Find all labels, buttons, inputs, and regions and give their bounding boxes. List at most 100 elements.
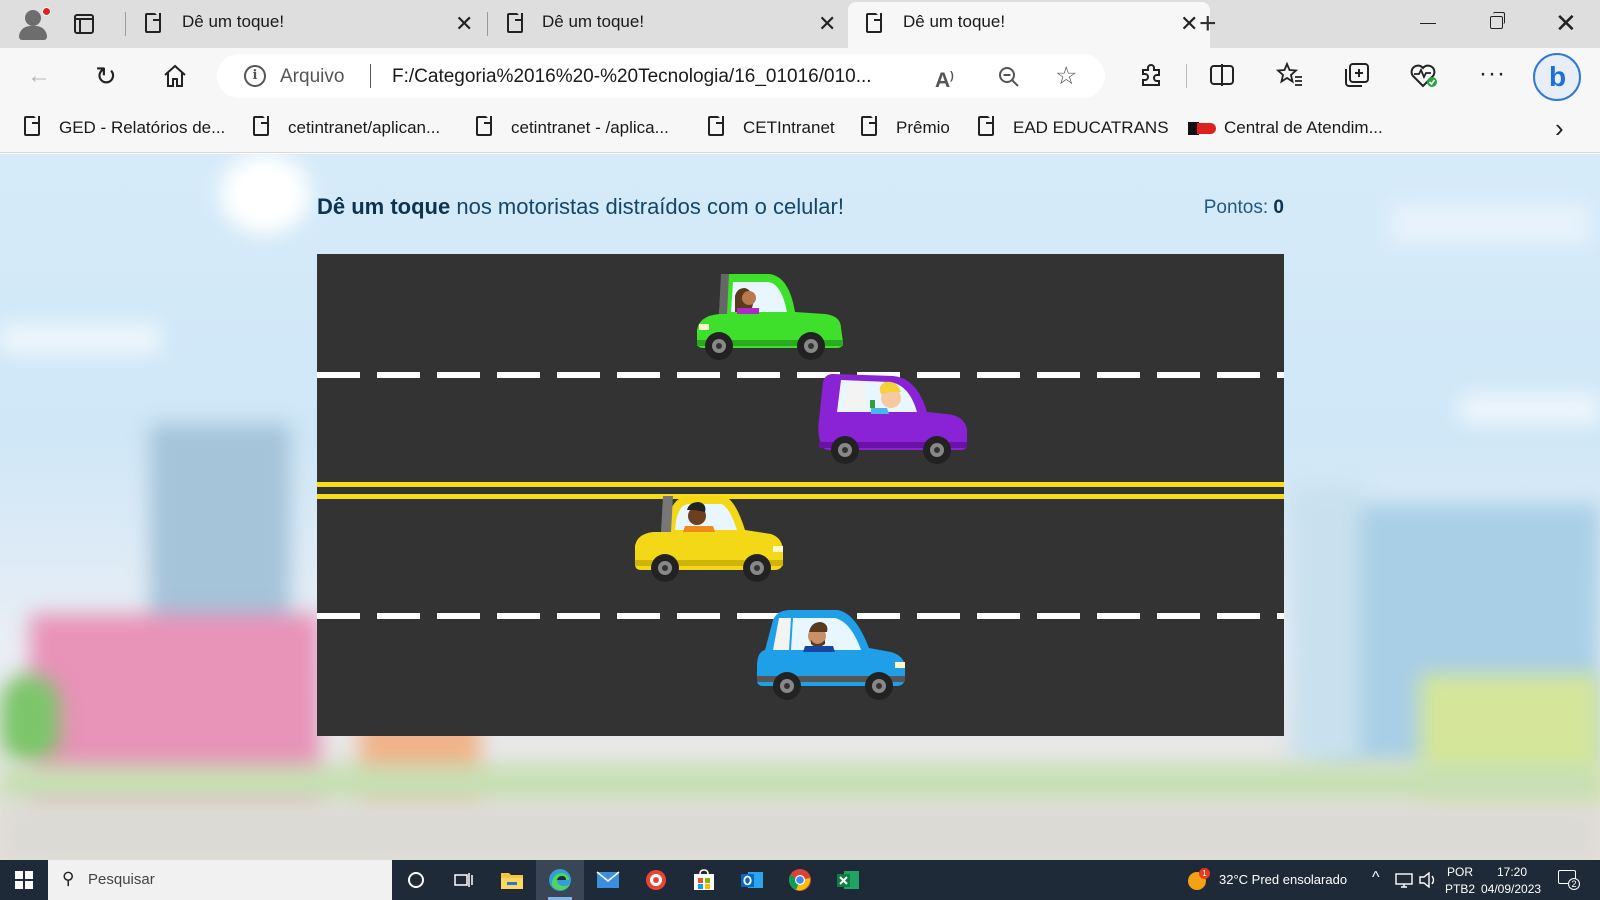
page-icon xyxy=(708,116,726,138)
chevron-up-icon[interactable]: ^ xyxy=(1372,869,1380,887)
more-options-icon[interactable]: ··· xyxy=(1479,60,1506,88)
task-view-icon[interactable] xyxy=(440,860,488,900)
favorites-icon[interactable] xyxy=(1276,61,1304,89)
info-icon[interactable]: i xyxy=(244,65,266,87)
address-url[interactable]: F:/Categoria%2016%20-%20Tecnologia/16_01… xyxy=(392,66,872,88)
bookmark-label: cetintranet - /aplica... xyxy=(511,118,669,137)
split-screen-icon[interactable] xyxy=(1209,62,1235,88)
weather-text[interactable]: 32°C Pred ensolarado xyxy=(1219,872,1347,887)
read-aloud-icon[interactable]: A) xyxy=(935,64,954,93)
cloud-decoration xyxy=(0,324,160,354)
bookmark-label: GED - Relatórios de... xyxy=(59,118,226,137)
bookmark-label: EAD EDUCATRANS xyxy=(1013,118,1169,137)
clock-time[interactable]: 17:20 xyxy=(1497,865,1527,879)
close-tab-icon[interactable]: ✕ xyxy=(1180,13,1198,35)
back-icon[interactable]: ← xyxy=(27,62,51,90)
outlook-icon[interactable] xyxy=(728,860,776,900)
new-tab-icon[interactable]: + xyxy=(1199,9,1217,39)
chrome-icon[interactable] xyxy=(776,860,824,900)
tab-divider xyxy=(125,12,126,36)
cloud-decoration xyxy=(1390,204,1590,244)
bookmark-label: Central de Atendim... xyxy=(1224,118,1383,137)
page-viewport: Dê um toque nos motoristas distraídos co… xyxy=(0,154,1600,860)
building-decoration xyxy=(1290,484,1360,764)
tab-divider xyxy=(487,12,488,36)
close-tab-icon[interactable]: ✕ xyxy=(455,13,473,35)
app-icon[interactable] xyxy=(632,860,680,900)
cloud-decoration xyxy=(1460,394,1600,424)
keyboard-layout[interactable]: PTB2 xyxy=(1445,882,1475,896)
score-display: Pontos: 0 xyxy=(1204,197,1284,219)
network-icon[interactable] xyxy=(1394,872,1414,888)
language-code[interactable]: POR xyxy=(1447,865,1473,879)
address-bar[interactable]: i Arquivo F:/Categoria%2016%20-%20Tecnol… xyxy=(217,54,1105,98)
zoom-out-icon[interactable] xyxy=(997,65,1021,89)
tab-1[interactable]: Dê um toque! ✕ xyxy=(130,0,485,48)
volume-icon[interactable] xyxy=(1418,872,1438,888)
car-green[interactable] xyxy=(689,268,849,368)
edge-icon[interactable] xyxy=(536,860,584,900)
windows-start-icon[interactable] xyxy=(15,871,33,889)
mail-icon[interactable] xyxy=(584,860,632,900)
car-yellow[interactable] xyxy=(629,490,789,590)
sun-decoration xyxy=(220,154,310,234)
page-icon xyxy=(253,116,271,138)
bookmarks-bar: GED - Relatórios de... cetintranet/aplic… xyxy=(0,104,1600,153)
refresh-icon[interactable]: ↻ xyxy=(95,62,117,90)
grass-decoration xyxy=(0,764,1600,804)
file-explorer-icon[interactable] xyxy=(488,860,536,900)
address-divider xyxy=(370,64,371,88)
collections-icon[interactable] xyxy=(1343,61,1371,89)
close-tab-icon[interactable]: ✕ xyxy=(818,13,836,35)
weather-badge: 1 xyxy=(1199,868,1210,879)
tree-decoration xyxy=(0,674,60,764)
cortana-icon[interactable] xyxy=(392,860,440,900)
sidewalk-decoration xyxy=(0,804,1600,860)
notification-count: 2 xyxy=(1568,878,1580,890)
excel-icon[interactable] xyxy=(824,860,872,900)
taskbar-search[interactable]: ⚲ Pesquisar xyxy=(48,860,392,900)
game-header: Dê um toque nos motoristas distraídos co… xyxy=(317,194,1284,226)
extensions-icon[interactable] xyxy=(1138,62,1164,88)
page-icon xyxy=(24,116,42,138)
profile-avatar-icon[interactable] xyxy=(16,7,51,41)
car-purple-phone[interactable] xyxy=(813,370,973,470)
flag-icon xyxy=(1188,122,1216,135)
tab-actions-icon[interactable] xyxy=(72,12,96,36)
windows-taskbar: ⚲ Pesquisar 1 32°C Pred ensolarado ^ POR… xyxy=(0,860,1600,900)
restore-icon[interactable] xyxy=(1490,12,1505,29)
minimize-icon[interactable] xyxy=(1420,23,1436,24)
tab-title: Dê um toque! xyxy=(182,12,285,31)
browser-essentials-icon[interactable] xyxy=(1409,61,1439,89)
tab-strip: Dê um toque! ✕ Dê um toque! ✕ Dê um toqu… xyxy=(0,0,1600,48)
notifications-icon[interactable]: 2 xyxy=(1558,870,1580,890)
headline-rest: nos motoristas distraídos com o celular! xyxy=(450,194,844,219)
tab-2[interactable]: Dê um toque! ✕ xyxy=(492,0,846,48)
favorite-star-icon[interactable]: ☆ xyxy=(1055,64,1077,89)
clock-date[interactable]: 04/09/2023 xyxy=(1481,882,1541,896)
headline-bold: Dê um toque xyxy=(317,194,451,219)
page-icon xyxy=(978,116,996,138)
lane-divider xyxy=(317,372,1284,378)
game-road[interactable] xyxy=(317,254,1284,736)
bing-chat-icon[interactable]: b xyxy=(1533,53,1581,101)
score-label: Pontos: xyxy=(1203,197,1274,218)
browser-toolbar: ← ↻ i Arquivo F:/Categoria%2016%20-%20Te… xyxy=(0,48,1600,104)
tab-3-active[interactable]: Dê um toque! ✕ xyxy=(848,2,1210,48)
page-icon xyxy=(476,116,494,138)
home-icon[interactable] xyxy=(162,63,188,89)
chevron-right-icon[interactable]: › xyxy=(1555,108,1564,148)
store-icon[interactable] xyxy=(680,860,728,900)
tab-title: Dê um toque! xyxy=(542,12,645,31)
close-window-icon[interactable]: ✕ xyxy=(1555,9,1577,37)
page-icon xyxy=(866,13,884,35)
weather-icon[interactable]: 1 xyxy=(1188,868,1210,890)
center-line xyxy=(317,482,1284,487)
game-headline: Dê um toque nos motoristas distraídos co… xyxy=(317,194,844,220)
car-blue[interactable] xyxy=(751,606,911,706)
page-icon xyxy=(507,13,525,35)
page-icon xyxy=(145,13,163,35)
page-icon xyxy=(861,116,879,138)
search-placeholder: Pesquisar xyxy=(88,871,155,888)
tab-title: Dê um toque! xyxy=(903,12,1006,31)
